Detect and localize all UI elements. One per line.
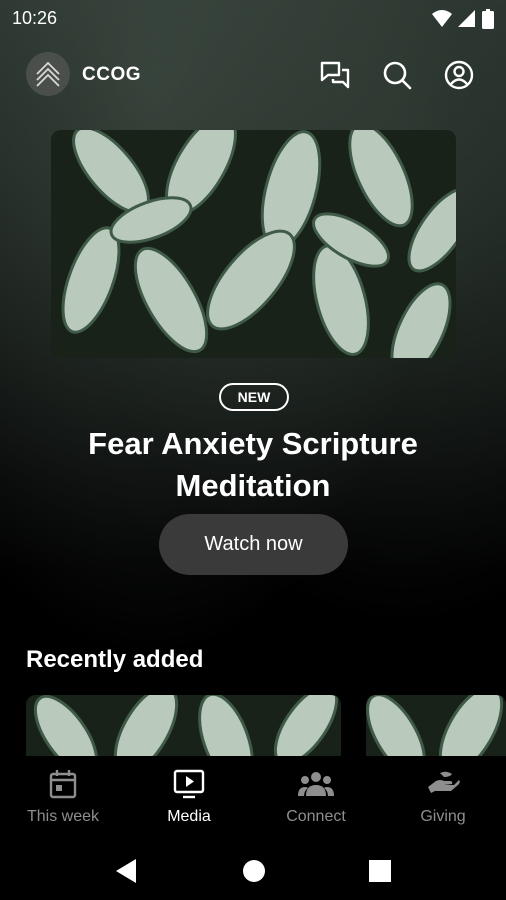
nav-media[interactable]: Media [126, 766, 252, 826]
status-bar: 10:26 [0, 0, 506, 36]
home-circle-icon [243, 860, 265, 882]
nav-label: Media [167, 808, 211, 825]
nav-label: Connect [286, 808, 346, 825]
chat-button[interactable] [318, 58, 352, 92]
recently-added-heading: Recently added [26, 646, 204, 673]
system-navigation-bar [0, 840, 506, 900]
leaf-artwork [26, 695, 341, 765]
nav-connect[interactable]: Connect [253, 766, 379, 826]
chat-icon [320, 61, 350, 89]
battery-icon [482, 9, 494, 29]
leaf-artwork [51, 130, 456, 358]
status-time: 10:26 [12, 8, 58, 28]
cellular-icon [458, 10, 475, 27]
brand-name: CCOG [82, 64, 141, 85]
media-card[interactable] [366, 695, 506, 765]
recents-square-icon [369, 860, 391, 882]
recents-button[interactable] [358, 854, 402, 888]
back-button[interactable] [104, 854, 148, 888]
nav-label: This week [26, 808, 100, 825]
home-button[interactable] [232, 854, 276, 888]
account-button[interactable] [442, 58, 476, 92]
hand-icon [428, 771, 460, 793]
watch-now-button[interactable]: Watch now [159, 514, 348, 575]
back-icon [116, 859, 136, 883]
group-icon [298, 772, 334, 796]
media-card[interactable] [26, 695, 341, 765]
search-button[interactable] [380, 58, 414, 92]
featured-title: Fear Anxiety Scripture Meditation [88, 426, 418, 503]
app-header: CCOG [0, 50, 506, 100]
nav-this-week[interactable]: This week [0, 766, 126, 826]
status-icons [432, 9, 494, 29]
nav-label: Giving [420, 808, 466, 825]
chevron-up-logo-icon [36, 61, 60, 87]
wifi-icon [432, 10, 452, 27]
account-icon [444, 60, 474, 90]
calendar-icon [49, 770, 77, 799]
bottom-navigation: This week Media Connect Giving [0, 756, 506, 840]
church-logo[interactable] [26, 52, 70, 96]
nav-giving[interactable]: Giving [380, 766, 506, 826]
tv-play-icon [173, 769, 205, 799]
leaf-artwork [366, 695, 506, 765]
search-icon [383, 61, 412, 90]
featured-media-thumbnail[interactable] [51, 130, 456, 358]
new-badge: NEW [219, 383, 289, 411]
